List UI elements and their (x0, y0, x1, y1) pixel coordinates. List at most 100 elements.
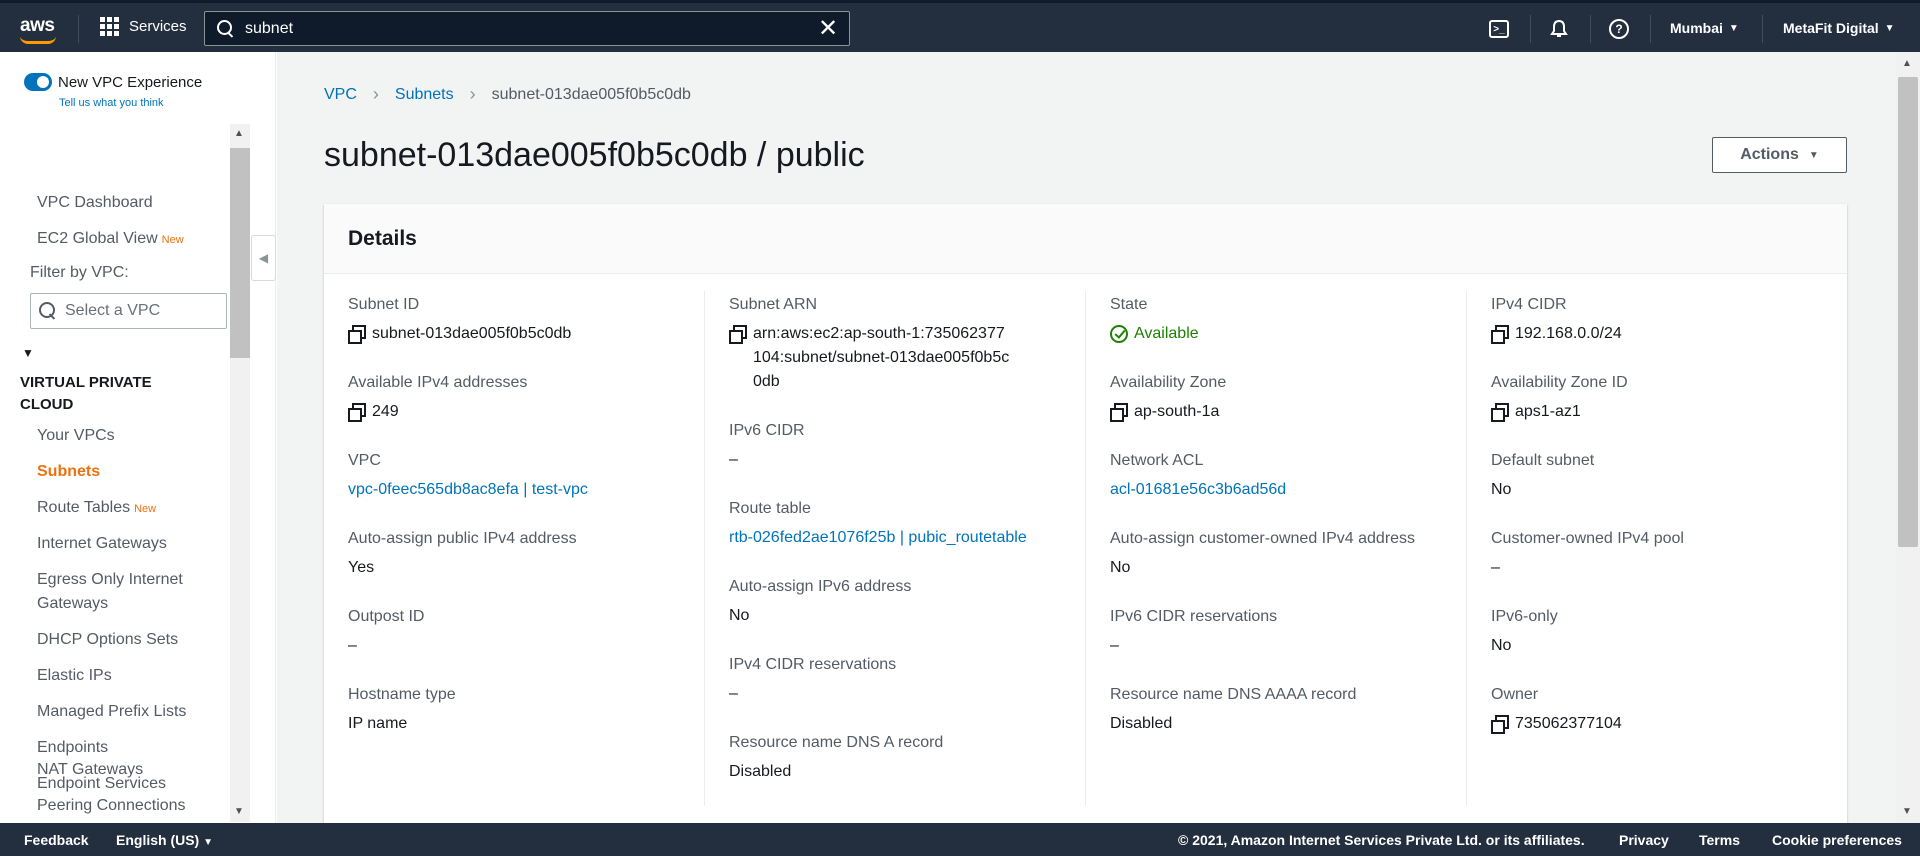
sidebar-item-endpoints[interactable]: Endpoints (37, 736, 108, 760)
field-label: Resource name DNS AAAA record (1110, 686, 1357, 703)
sidebar-item-label: Route Tables (37, 499, 131, 516)
field-value: Disabled (729, 763, 792, 780)
copy-icon[interactable] (729, 325, 747, 344)
field-available-ipv4: Available IPv4 addresses 249 (348, 373, 527, 424)
aws-logo-smile (20, 36, 56, 44)
field-label: Availability Zone ID (1491, 374, 1628, 391)
field-label: Network ACL (1110, 452, 1204, 469)
copy-icon[interactable] (1491, 403, 1509, 422)
services-menu[interactable]: Services (100, 17, 187, 36)
field-label: Auto-assign public IPv4 address (348, 530, 577, 547)
search-input[interactable] (245, 19, 813, 38)
collapse-sidebar-button[interactable]: ◀ (251, 235, 276, 281)
nav-divider (1650, 15, 1651, 43)
scroll-down-icon[interactable]: ▼ (234, 806, 244, 817)
field-label: Subnet ID (348, 296, 420, 313)
field-value: – (729, 685, 738, 702)
field-value: – (729, 451, 738, 468)
main-scrollbar-thumb[interactable] (1898, 77, 1918, 547)
field-label: VPC (348, 452, 381, 469)
details-header: Details (324, 204, 1847, 274)
sidebar-item-peering-connections[interactable]: Peering Connections (37, 794, 186, 818)
footer-feedback-link[interactable]: Feedback (24, 832, 89, 848)
language-selector[interactable]: English (US) ▼ (116, 832, 213, 848)
account-menu[interactable]: MetaFit Digital ▼ (1783, 20, 1895, 36)
sidebar-item-subnets[interactable]: Subnets (37, 460, 100, 484)
copy-icon[interactable] (348, 403, 366, 422)
availability-zone-value: ap-south-1a (1134, 403, 1220, 420)
field-label: Owner (1491, 686, 1539, 703)
breadcrumb-current: subnet-013dae005f0b5c0db (491, 85, 691, 103)
field-value: No (1110, 559, 1131, 576)
sidebar-item-label: EC2 Global View (37, 230, 158, 247)
region-menu[interactable]: Mumbai ▼ (1670, 20, 1739, 36)
copy-icon[interactable] (348, 325, 366, 344)
field-ipv6-cidr-reservations: IPv6 CIDR reservations – (1110, 607, 1277, 658)
scroll-up-icon[interactable]: ▲ (234, 128, 244, 139)
caret-down-icon: ▼ (203, 837, 214, 848)
actions-button[interactable]: Actions ▼ (1712, 137, 1847, 173)
field-ipv6-only: IPv6-only No (1491, 607, 1558, 658)
main-content: VPC › Subnets › subnet-013dae005f0b5c0db… (277, 52, 1896, 823)
field-value: No (1491, 637, 1512, 654)
vpc-link[interactable]: vpc-0feec565db8ac8efa | test-vpc (348, 478, 588, 502)
check-circle-icon (1110, 325, 1128, 343)
top-nav: aws Services ✕ >_ ? Mumbai ▼ MetaFit Dig… (0, 0, 1920, 52)
sidebar-item-vpc-dashboard[interactable]: VPC Dashboard (37, 191, 153, 215)
feedback-link[interactable]: Tell us what you think (59, 97, 164, 109)
sidebar-item-route-tables[interactable]: Route Tables New (37, 496, 156, 521)
section-title-vpc: VIRTUAL PRIVATE CLOUD (20, 374, 152, 413)
aws-logo[interactable]: aws (20, 15, 55, 37)
sidebar-item-your-vpcs[interactable]: Your VPCs (37, 424, 115, 448)
field-subnet-id: Subnet ID subnet-013dae005f0b5c0db (348, 295, 571, 346)
footer-terms-link[interactable]: Terms (1699, 832, 1740, 848)
vpc-filter-select[interactable]: Select a VPC (30, 293, 227, 329)
sidebar-item-elastic-ips[interactable]: Elastic IPs (37, 664, 112, 688)
field-value: Yes (348, 559, 375, 576)
sidebar-item-ec2-global-view[interactable]: EC2 Global View New (37, 227, 184, 252)
chevron-right-icon: › (469, 84, 476, 104)
services-grid-icon (100, 17, 119, 36)
new-experience-toggle[interactable] (24, 73, 52, 91)
sidebar-item-dhcp-options[interactable]: DHCP Options Sets (37, 628, 178, 652)
field-ipv4-cidr: IPv4 CIDR 192.168.0.0/24 (1491, 295, 1622, 346)
copy-icon[interactable] (1110, 403, 1128, 422)
field-label: Auto-assign customer-owned IPv4 address (1110, 530, 1416, 547)
caret-down-icon[interactable]: ▼ (22, 346, 34, 360)
scroll-up-icon[interactable]: ▲ (1902, 58, 1912, 69)
notifications-button[interactable] (1546, 16, 1572, 42)
sidebar-item-nat-gateways[interactable]: NAT Gateways (37, 758, 143, 782)
nav-divider (1762, 15, 1763, 43)
footer-privacy-link[interactable]: Privacy (1619, 832, 1669, 848)
copy-icon[interactable] (1491, 325, 1509, 344)
sidebar-item-egress-only-igw[interactable]: Egress Only Internet Gateways (37, 568, 207, 616)
field-route-table: Route table rtb-026fed2ae1076f25b | pubi… (729, 499, 1027, 550)
sidebar-scrollbar-thumb[interactable] (230, 148, 250, 358)
field-value: Disabled (1110, 715, 1173, 732)
copy-icon[interactable] (1491, 715, 1509, 734)
field-auto-assign-ipv6: Auto-assign IPv6 address No (729, 577, 911, 628)
help-button[interactable]: ? (1606, 16, 1632, 42)
search-icon (217, 19, 235, 38)
region-label: Mumbai (1670, 20, 1723, 36)
scroll-down-icon[interactable]: ▼ (1902, 806, 1912, 817)
new-experience-label: New VPC Experience (58, 73, 203, 91)
field-value: 249 (348, 400, 527, 424)
route-table-link[interactable]: rtb-026fed2ae1076f25b | pubic_routetable (729, 526, 1027, 550)
field-value: subnet-013dae005f0b5c0db (348, 322, 571, 346)
field-dns-a-record: Resource name DNS A record Disabled (729, 733, 943, 784)
nav-divider (1590, 15, 1591, 43)
search-box[interactable]: ✕ (204, 11, 850, 46)
field-hostname-type: Hostname type IP name (348, 685, 456, 736)
sidebar-item-prefix-lists[interactable]: Managed Prefix Lists (37, 700, 186, 724)
field-label: IPv6 CIDR (729, 422, 805, 439)
breadcrumb-subnets[interactable]: Subnets (395, 86, 454, 104)
close-icon[interactable]: ✕ (813, 14, 843, 44)
subnet-arn-value: arn:aws:ec2:ap-south-1:735062377104:subn… (753, 325, 1010, 390)
footer-cookies-link[interactable]: Cookie preferences (1772, 832, 1902, 848)
sidebar-item-internet-gateways[interactable]: Internet Gateways (37, 532, 167, 556)
field-value: – (1491, 559, 1500, 576)
cloudshell-button[interactable]: >_ (1486, 16, 1512, 42)
breadcrumb-vpc[interactable]: VPC (324, 86, 357, 104)
network-acl-link[interactable]: acl-01681e56c3b6ad56d (1110, 478, 1286, 502)
